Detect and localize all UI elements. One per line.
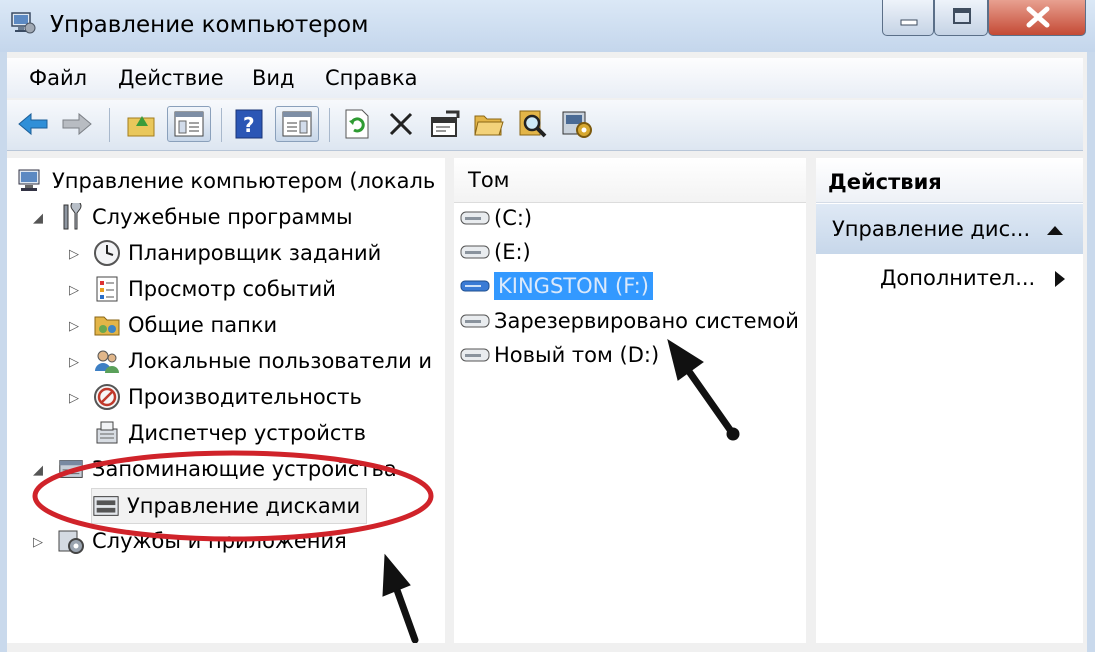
- annotation-arrow: [382, 553, 419, 643]
- annotation-overlay: [32, 338, 740, 643]
- annotation-ellipse: [32, 450, 434, 542]
- annotation-arrow: [667, 338, 740, 441]
